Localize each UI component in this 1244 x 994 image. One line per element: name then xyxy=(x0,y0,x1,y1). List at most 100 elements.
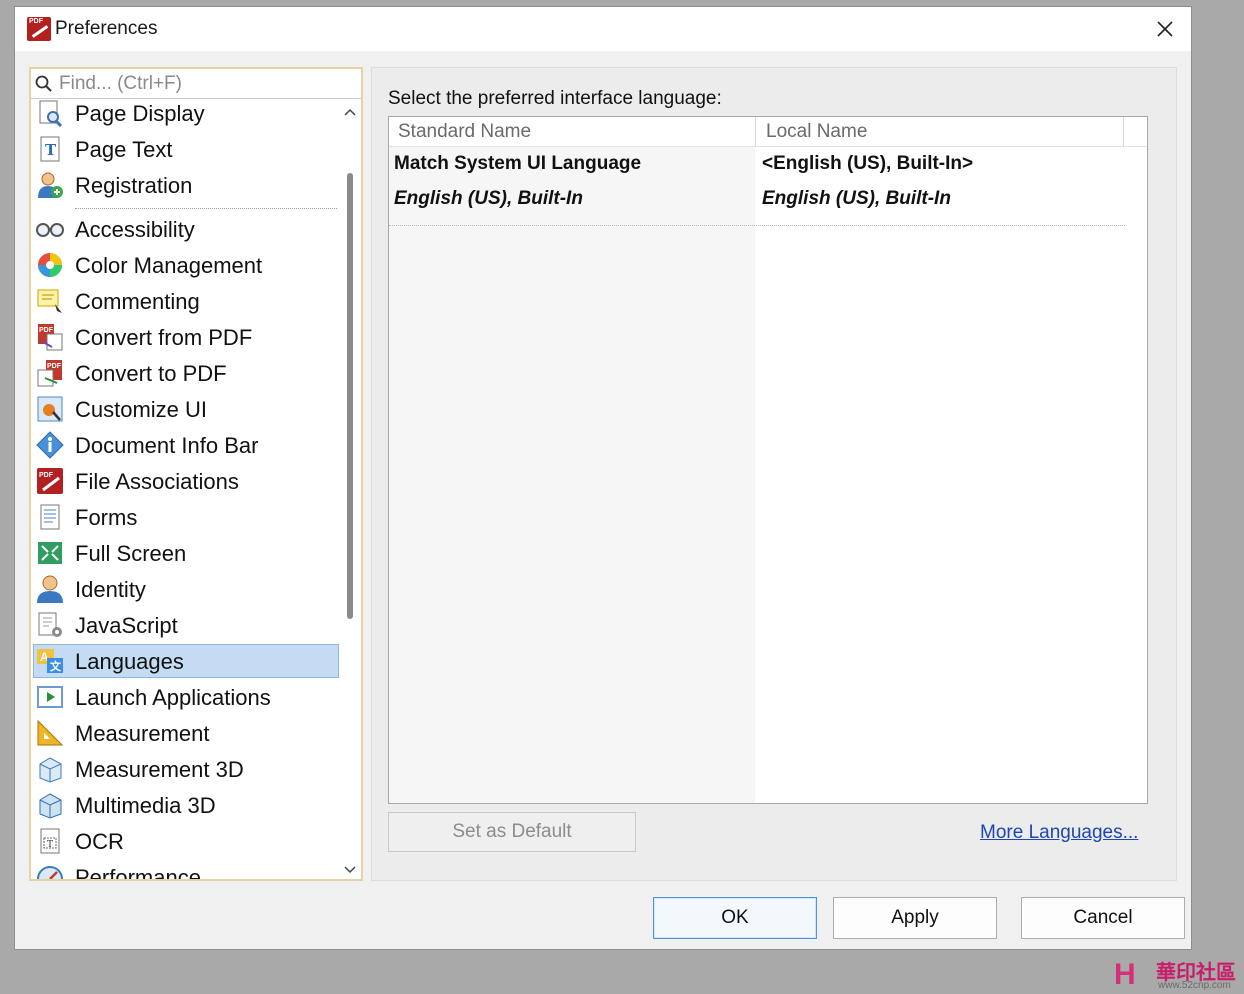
sidebar-item-measurement[interactable]: Measurement xyxy=(33,716,339,750)
sidebar-item-label: Color Management xyxy=(75,253,263,278)
svg-text:PDF: PDF xyxy=(47,363,62,370)
registration-icon xyxy=(38,172,63,198)
sidebar-item-languages[interactable]: A 文 Languages xyxy=(33,644,339,678)
preferences-dialog: PDF Preferences Page Display T Page Text Re… xyxy=(14,6,1192,950)
customize-ui-icon xyxy=(37,396,63,422)
multimedia-3d-icon xyxy=(39,793,62,819)
sidebar-item-label: Registration xyxy=(75,173,193,198)
svg-text:T: T xyxy=(45,141,57,159)
language-table: Standard Name Local Name Match System UI… xyxy=(388,116,1148,804)
sidebar-item-label: File Associations xyxy=(75,469,239,494)
column-header-local-name[interactable]: Local Name xyxy=(766,121,867,143)
page-text-icon: T xyxy=(40,136,60,162)
more-languages-link[interactable]: More Languages... xyxy=(980,822,1138,844)
sidebar-item-label: Launch Applications xyxy=(75,685,271,710)
languages-settings-panel: Select the preferred interface language:… xyxy=(371,67,1177,881)
chevron-up-icon xyxy=(344,108,356,116)
sidebar-item-label: Customize UI xyxy=(75,397,208,422)
language-local-name: <English (US), Built-In> xyxy=(762,153,974,174)
sidebar-item-label: Full Screen xyxy=(75,541,187,566)
sidebar-item-label: Measurement xyxy=(75,721,210,746)
sidebar-item-convert-from-pdf[interactable]: PDF Convert from PDF xyxy=(33,320,339,354)
document-info-bar-icon xyxy=(36,431,64,459)
page-display-icon xyxy=(39,100,63,128)
sidebar-item-label: Page Display xyxy=(75,101,205,126)
close-button[interactable] xyxy=(1153,17,1177,41)
svg-text:文: 文 xyxy=(50,659,62,673)
convert-to-pdf-icon: PDF xyxy=(37,360,62,387)
convert-from-pdf-icon: PDF xyxy=(38,324,63,351)
apply-button[interactable]: Apply xyxy=(833,897,997,939)
sidebar-item-full-screen[interactable]: Full Screen xyxy=(33,536,339,570)
sidebar-item-page-text[interactable]: T Page Text xyxy=(33,132,339,166)
window-title: Preferences xyxy=(55,18,158,39)
languages-icon: A文 xyxy=(37,649,63,673)
svg-text:PDF: PDF xyxy=(39,472,54,479)
sidebar-item-label: OCR xyxy=(75,829,124,854)
language-local-name: English (US), Built-In xyxy=(762,188,951,209)
set-as-default-button[interactable]: Set as Default xyxy=(388,812,636,852)
sidebar-item-document-info-bar[interactable]: Document Info Bar xyxy=(33,428,339,462)
sidebar-item-color-management[interactable]: Color Management xyxy=(33,248,339,282)
sidebar-item-javascript[interactable]: JavaScript xyxy=(33,608,339,642)
close-icon xyxy=(1157,21,1173,37)
scroll-down-button[interactable] xyxy=(339,859,361,879)
sidebar-item-convert-to-pdf[interactable]: PDF Convert to PDF xyxy=(33,356,339,390)
sidebar-item-file-associations[interactable]: PDF File Associations xyxy=(33,464,339,498)
ocr-icon: T xyxy=(40,828,60,854)
table-header: Standard Name Local Name xyxy=(389,117,1147,147)
sidebar-item-label: Document Info Bar xyxy=(75,433,259,458)
sidebar-item-label: Performance xyxy=(75,865,201,881)
pdf-editor-app-icon: PDF xyxy=(27,17,51,41)
sidebar-item-label: Languages xyxy=(75,649,184,674)
watermark-logo-icon: H xyxy=(1114,958,1136,991)
sidebar-item-label: Forms xyxy=(75,505,138,530)
svg-text:T: T xyxy=(47,840,53,850)
full-screen-icon xyxy=(38,542,62,564)
forms-icon xyxy=(40,504,60,530)
cancel-button[interactable]: Cancel xyxy=(1021,897,1185,939)
sidebar-item-label: Page Text xyxy=(75,137,173,162)
sidebar-item-ocr[interactable]: T OCR xyxy=(33,824,339,858)
search-icon xyxy=(35,75,52,92)
search-input[interactable] xyxy=(57,71,351,97)
chevron-down-icon xyxy=(344,866,356,874)
category-list: Page Display T Page Text Registration Access… xyxy=(31,99,341,881)
sidebar-item-launch-applications[interactable]: Launch Applications xyxy=(33,680,339,714)
sidebar-item-label: Identity xyxy=(75,577,146,602)
category-panel: Page Display T Page Text Registration Access… xyxy=(29,67,363,881)
sidebar-item-label: Measurement 3D xyxy=(75,757,244,782)
sidebar-item-performance[interactable]: Performance xyxy=(33,860,339,881)
sidebar-item-label: Commenting xyxy=(75,289,200,314)
sidebar-item-multimedia-3d[interactable]: Multimedia 3D xyxy=(33,788,339,822)
measurement-icon xyxy=(37,719,64,746)
sidebar-item-registration[interactable]: Registration xyxy=(33,168,339,202)
sidebar-item-identity[interactable]: Identity xyxy=(33,572,339,606)
sidebar-item-label: Multimedia 3D xyxy=(75,793,216,818)
search-box xyxy=(31,69,361,99)
language-row[interactable]: English (US), Built-In English (US), Bui… xyxy=(389,184,1147,218)
scroll-up-button[interactable] xyxy=(339,101,361,123)
performance-icon xyxy=(37,866,63,879)
sidebar-item-page-display[interactable]: Page Display xyxy=(33,99,339,130)
column-header-standard-name[interactable]: Standard Name xyxy=(398,121,531,143)
language-row[interactable]: Match System UI Language <English (US), … xyxy=(389,149,1147,183)
sidebar-item-accessibility[interactable]: Accessibility xyxy=(33,212,339,246)
watermark: H 華印社區 www.52cnp.com xyxy=(1114,954,1244,994)
javascript-icon xyxy=(38,612,62,637)
measurement-3d-icon xyxy=(39,757,62,783)
category-scrollbar[interactable] xyxy=(339,99,361,879)
launch-applications-icon xyxy=(37,686,63,708)
sidebar-item-commenting[interactable]: Commenting xyxy=(33,284,339,318)
sidebar-item-customize-ui[interactable]: Customize UI xyxy=(33,392,339,426)
sidebar-item-label: JavaScript xyxy=(75,613,178,638)
scroll-thumb[interactable] xyxy=(347,173,353,619)
watermark-url: www.52cnp.com xyxy=(1158,980,1231,991)
title-bar: PDF Preferences xyxy=(15,7,1191,51)
sidebar-item-measurement-3d[interactable]: Measurement 3D xyxy=(33,752,339,786)
sidebar-item-forms[interactable]: Forms xyxy=(33,500,339,534)
accessibility-icon xyxy=(36,223,64,237)
sidebar-item-label: Convert to PDF xyxy=(75,361,227,386)
ok-button[interactable]: OK xyxy=(653,897,817,939)
language-instruction: Select the preferred interface language: xyxy=(388,88,722,109)
